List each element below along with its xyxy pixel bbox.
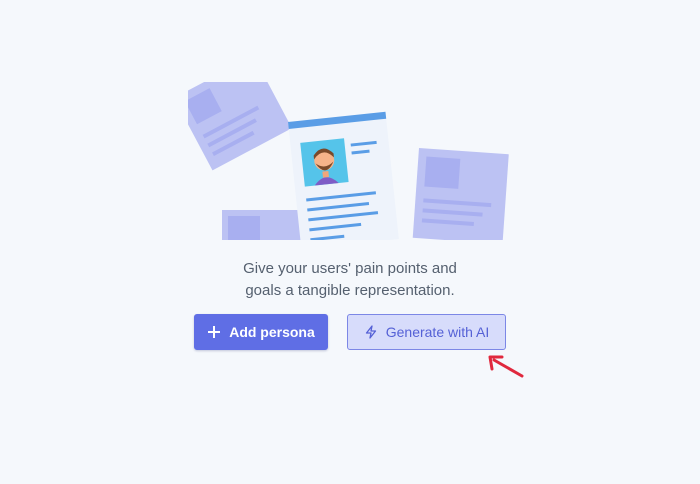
avatar <box>300 138 349 187</box>
generate-with-ai-label: Generate with AI <box>385 324 490 340</box>
add-persona-button[interactable]: Add persona <box>194 314 328 350</box>
description-line-2: goals a tangible representation. <box>245 282 455 299</box>
plus-icon <box>207 325 221 339</box>
bottom-card <box>222 210 302 240</box>
empty-state-description: Give your users' pain points and goals a… <box>200 258 500 302</box>
tilted-card-left <box>188 82 292 171</box>
persona-cards-illustration <box>188 82 509 240</box>
annotation-arrow <box>488 355 524 378</box>
lightning-bolt-icon <box>364 325 378 339</box>
add-persona-label: Add persona <box>229 324 315 340</box>
persona-document <box>288 111 399 240</box>
description-line-1: Give your users' pain points and <box>243 260 457 277</box>
generate-with-ai-button[interactable]: Generate with AI <box>347 314 506 350</box>
tilted-card-right <box>412 148 509 240</box>
